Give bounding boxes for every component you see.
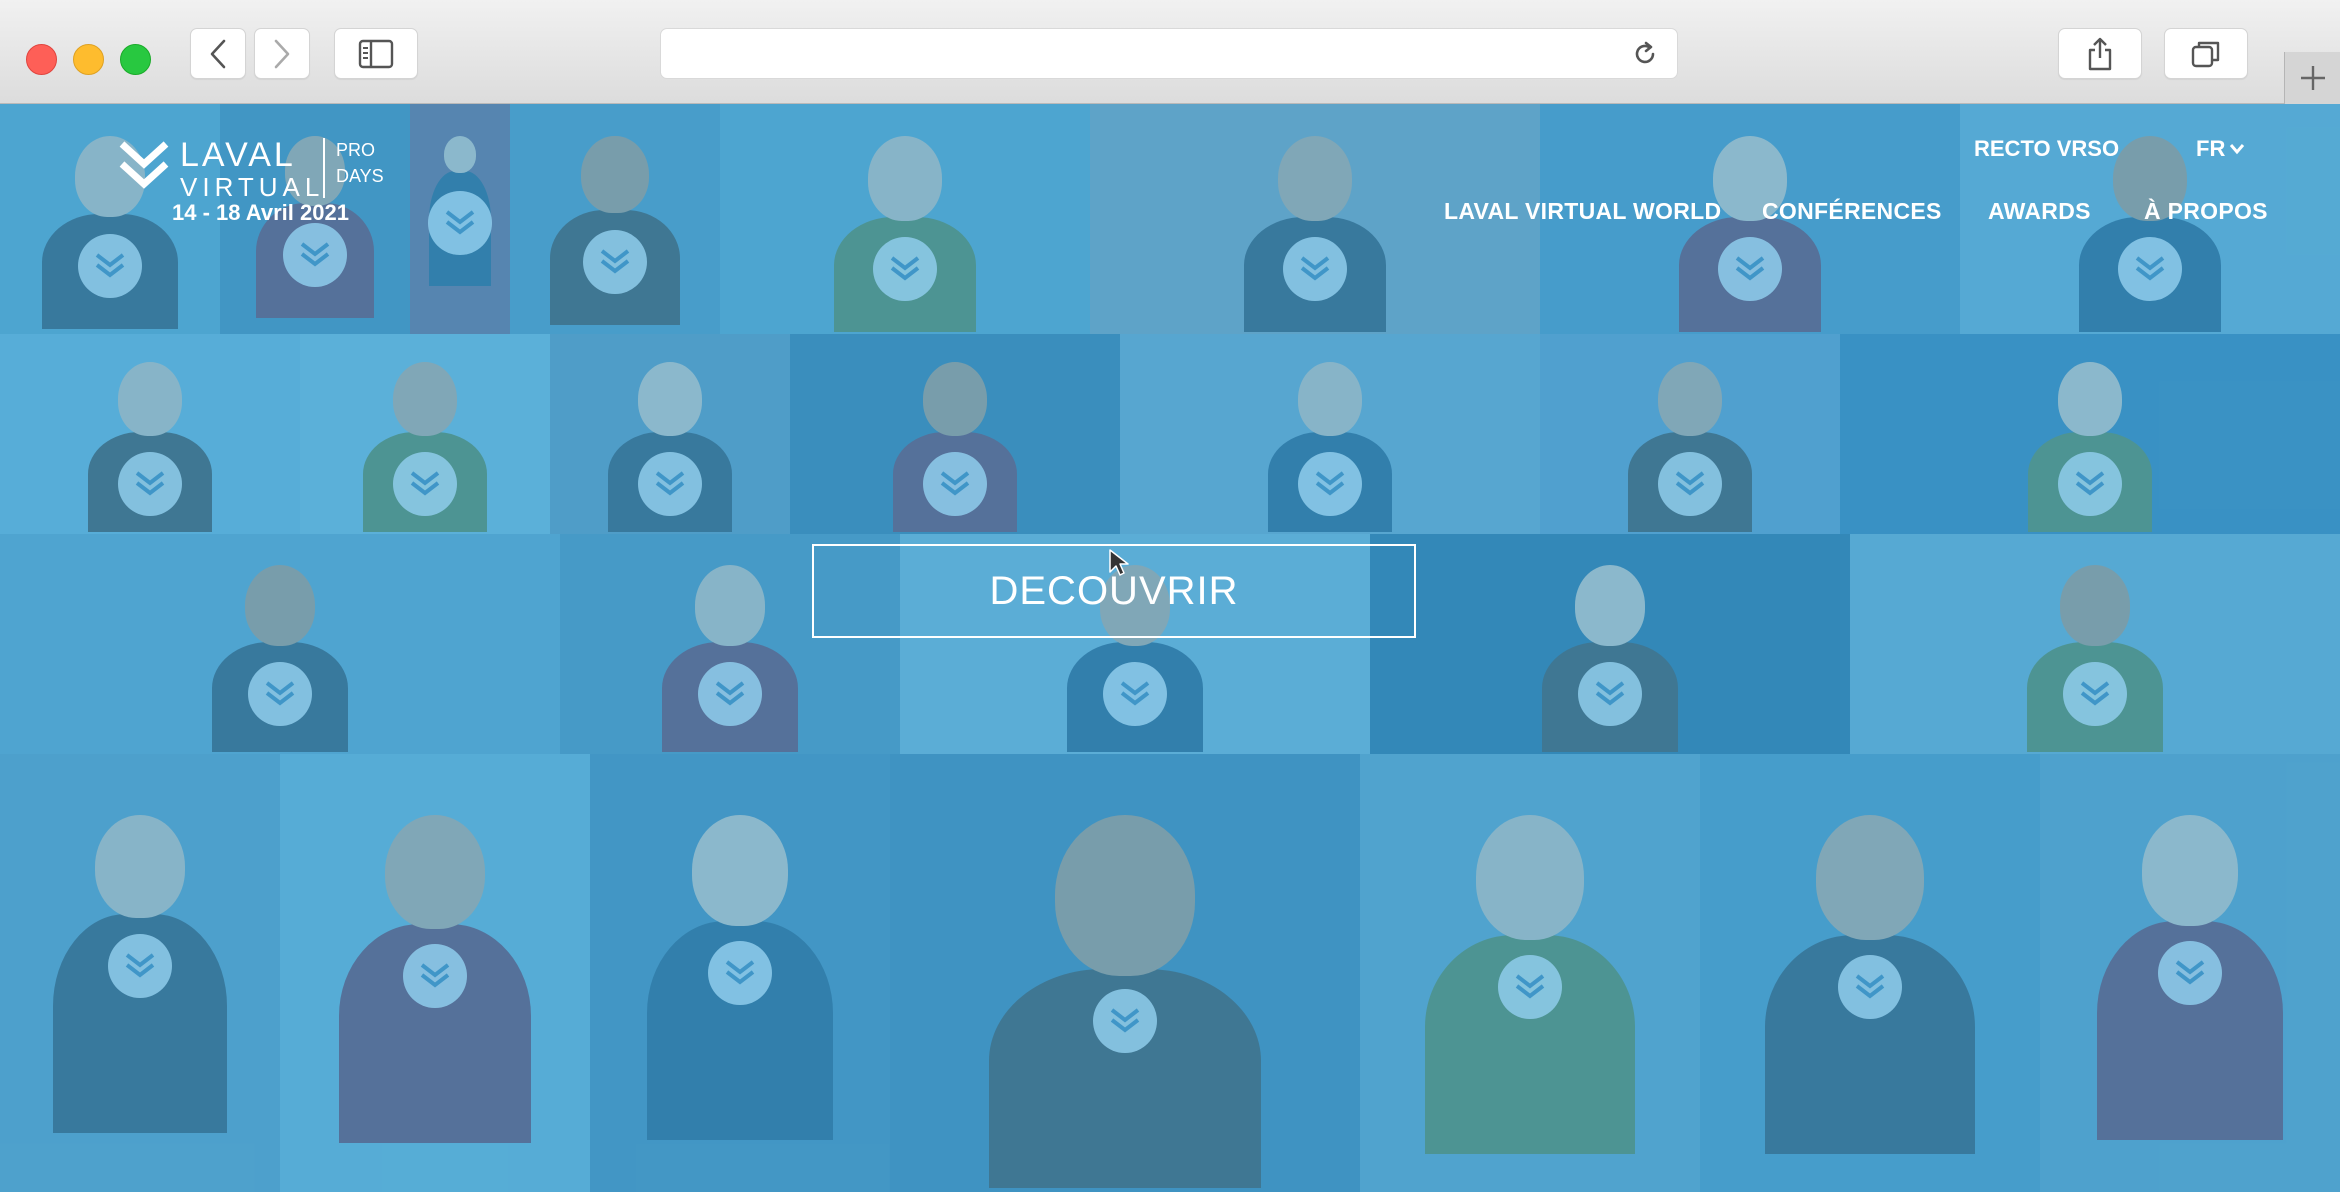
nav-conferences[interactable]: CONFÉRENCES [1762,198,1942,225]
reload-icon[interactable] [1631,40,1659,68]
logo-text-days: DAYS [336,166,384,186]
tabs-overview-button[interactable] [2164,28,2248,79]
close-window-button[interactable] [26,44,57,75]
share-button[interactable] [2058,28,2142,79]
back-button[interactable] [190,28,246,79]
nav-awards[interactable]: AWARDS [1988,198,2091,225]
browser-toolbar [0,0,2340,104]
logo-text-laval: LAVAL [180,136,296,174]
forward-button[interactable] [254,28,310,79]
blue-overlay [0,104,2340,1192]
logo-separator [323,138,325,198]
nav-laval-virtual-world[interactable]: LAVAL VIRTUAL WORLD [1444,198,1721,225]
language-label: FR [2196,136,2226,161]
recto-vrso-link[interactable]: RECTO VRSO [1974,136,2119,162]
chevron-down-icon [2230,144,2245,155]
zoom-window-button[interactable] [120,44,151,75]
logo-text-virtual: VIRTUAL [180,172,325,202]
nav-a-propos[interactable]: À PROPOS [2144,198,2268,225]
tabs-overview-icon [2191,41,2220,67]
web-page: LAVAL VIRTUAL PRO DAYS 14 - 18 Avril 202… [0,104,2340,1192]
address-bar[interactable] [660,28,1678,79]
chevron-left-icon [210,39,226,68]
minimize-window-button[interactable] [73,44,104,75]
chevron-logo-icon [119,141,169,189]
sidebar-icon [358,39,394,68]
share-icon [2088,37,2112,70]
chevron-right-icon [274,39,290,68]
event-dates: 14 - 18 Avril 2021 [172,200,349,225]
logo-text-pro: PRO [336,140,376,160]
plus-icon [2300,66,2325,90]
new-tab-button[interactable] [2284,52,2340,104]
mouse-cursor-icon [1109,549,1129,576]
language-selector[interactable]: FR [2196,136,2245,162]
sidebar-button[interactable] [334,28,418,79]
